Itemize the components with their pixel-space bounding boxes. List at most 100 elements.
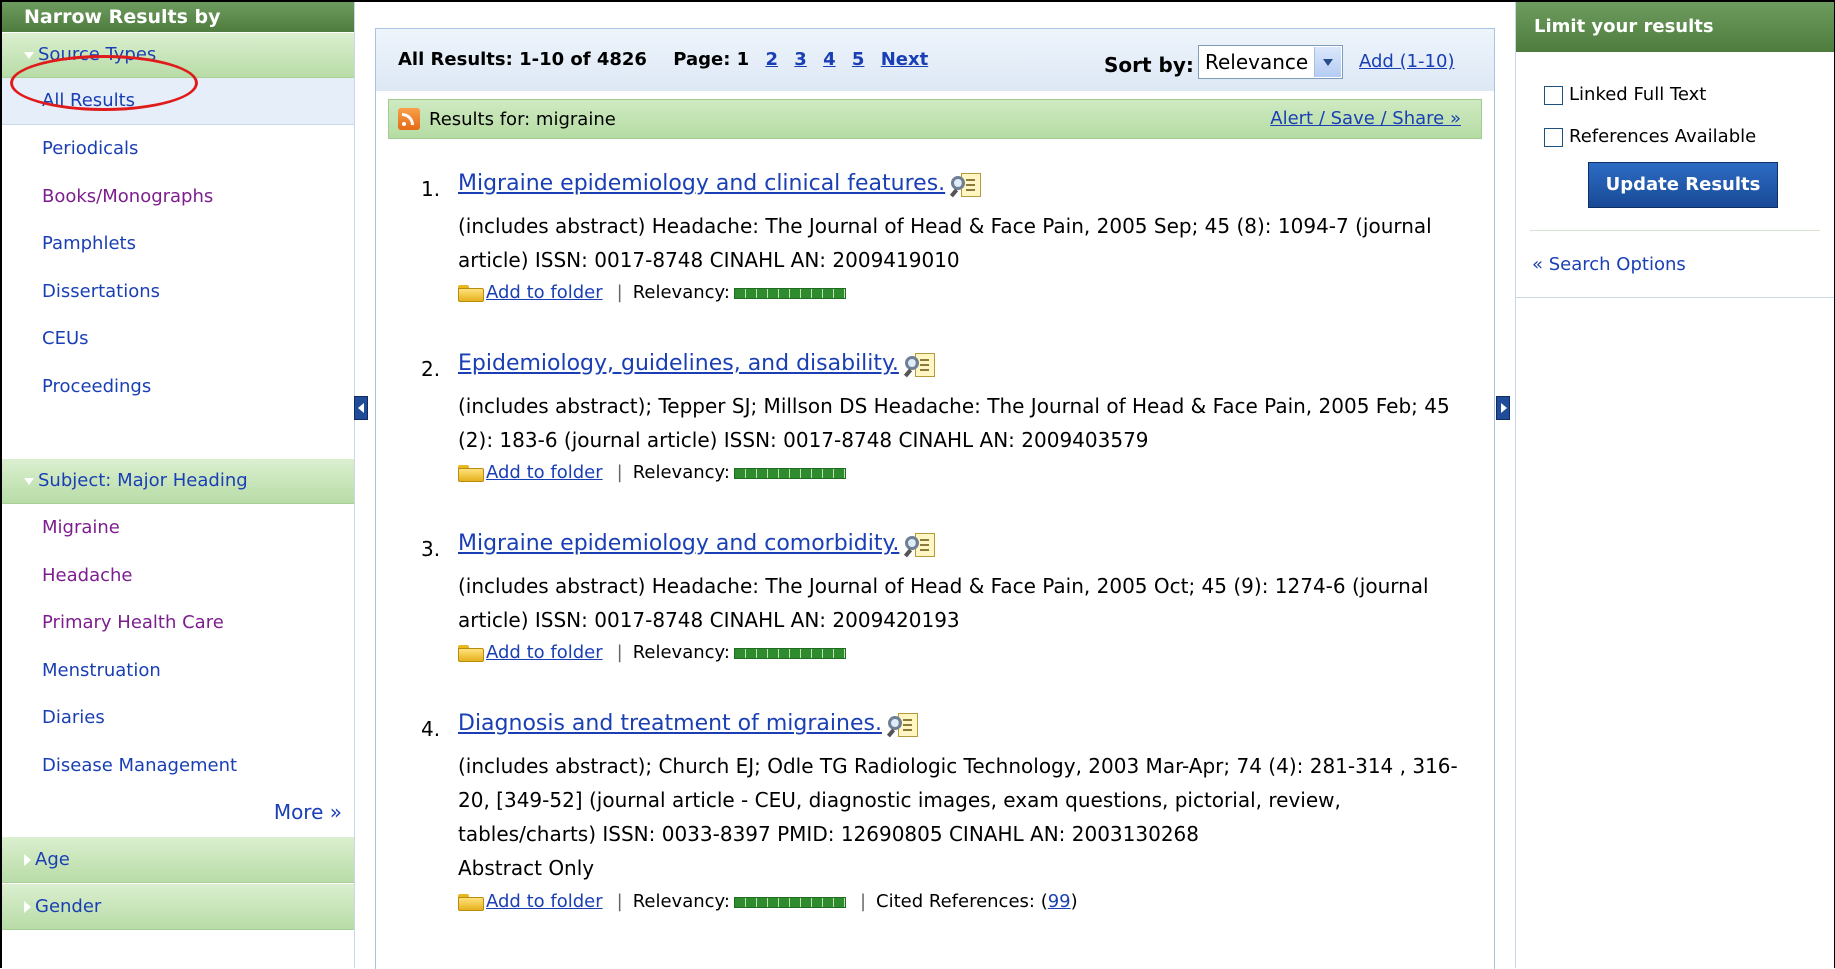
limit-results-panel: Limit your results Linked Full Text Refe…	[1515, 2, 1834, 968]
expand-right-panel-handle[interactable]	[1496, 396, 1510, 420]
folder-icon[interactable]	[458, 893, 484, 911]
result-title-link[interactable]: Epidemiology, guidelines, and disability…	[458, 351, 937, 378]
chevron-right-icon	[24, 854, 31, 866]
results-list-panel: All Results: 1-10 of 4826 Page: 1 2 3 4 …	[375, 28, 1495, 969]
relevancy-label: Relevancy:	[632, 462, 730, 483]
subject-migraine[interactable]: Migraine	[2, 504, 354, 552]
next-page-link[interactable]: Next	[881, 49, 929, 70]
preview-magnify-icon[interactable]	[886, 711, 920, 738]
collapse-left-panel-handle[interactable]	[354, 396, 368, 420]
cited-references-count-link[interactable]: 99	[1048, 891, 1071, 912]
expand-right-icon	[1501, 403, 1507, 413]
folder-icon[interactable]	[458, 644, 484, 662]
result-title-text[interactable]: Diagnosis and treatment of migraines.	[458, 711, 882, 736]
references-available-option[interactable]: References Available	[1544, 126, 1756, 147]
result-description: (includes abstract) Headache: The Journa…	[458, 574, 1429, 632]
relevancy-label: Relevancy:	[632, 282, 730, 303]
divider	[1530, 230, 1820, 231]
rss-icon[interactable]	[398, 108, 420, 130]
facet-subject-major-heading[interactable]: Subject: Major Heading	[2, 458, 354, 504]
subject-more-link[interactable]: More »	[2, 789, 354, 836]
page-indicator: Page: 1	[673, 49, 750, 70]
alert-save-share-link[interactable]: Alert / Save / Share »	[1270, 108, 1461, 129]
sort-by-value: Relevance	[1205, 50, 1309, 74]
subject-menstruation[interactable]: Menstruation	[2, 647, 354, 695]
limit-results-header: Limit your results	[1516, 2, 1834, 52]
result-description: (includes abstract) Headache: The Journa…	[458, 214, 1432, 272]
narrow-results-panel: Narrow Results by Source Types All Resul…	[2, 2, 355, 968]
page-link-3[interactable]: 3	[794, 49, 807, 70]
add-results-link[interactable]: Add (1-10)	[1359, 51, 1454, 72]
relevancy-bar	[733, 896, 846, 908]
result-title-text[interactable]: Epidemiology, guidelines, and disability…	[458, 351, 899, 376]
relevancy-bar	[733, 287, 846, 299]
search-options-link[interactable]: « Search Options	[1532, 254, 1686, 275]
page-link-4[interactable]: 4	[823, 49, 836, 70]
source-type-ceus[interactable]: CEUs	[2, 315, 354, 363]
relevancy-bar	[733, 647, 846, 659]
source-type-dissertations[interactable]: Dissertations	[2, 268, 354, 316]
collapse-left-icon	[358, 403, 364, 413]
source-types-highlight-circle	[10, 55, 198, 111]
relevancy-bar	[733, 467, 846, 479]
result-title-text[interactable]: Migraine epidemiology and clinical featu…	[458, 171, 945, 196]
narrow-results-header: Narrow Results by	[2, 2, 354, 32]
facet-spacer	[2, 410, 354, 458]
chevron-right-icon	[24, 901, 31, 913]
facet-age-label[interactable]: Age	[35, 849, 70, 870]
linked-full-text-checkbox[interactable]	[1544, 85, 1563, 105]
abstract-only-label: Abstract Only	[458, 856, 595, 880]
result-description: (includes abstract); Tepper SJ; Millson …	[458, 394, 1450, 452]
result-actions: Add to folder | Relevancy: | Cited Reference…	[458, 891, 1078, 912]
results-toolbar: All Results: 1-10 of 4826 Page: 1 2 3 4 …	[376, 29, 1494, 91]
preview-magnify-icon[interactable]	[950, 171, 983, 198]
sort-by-label: Sort by:	[1104, 53, 1194, 77]
result-number: 4.	[421, 717, 441, 741]
chevron-down-icon	[24, 477, 34, 485]
add-to-folder-link[interactable]: Add to folder	[486, 282, 603, 303]
relevancy-label: Relevancy:	[632, 642, 730, 663]
references-available-label[interactable]: References Available	[1569, 126, 1756, 147]
update-results-button[interactable]: Update Results	[1588, 162, 1778, 208]
folder-icon[interactable]	[458, 464, 484, 482]
preview-magnify-icon[interactable]	[904, 531, 937, 558]
add-to-folder-link[interactable]: Add to folder	[486, 891, 603, 912]
folder-icon[interactable]	[458, 284, 484, 302]
linked-full-text-option[interactable]: Linked Full Text	[1544, 84, 1706, 105]
linked-full-text-label[interactable]: Linked Full Text	[1569, 84, 1706, 105]
subject-diaries[interactable]: Diaries	[2, 694, 354, 742]
page-link-5[interactable]: 5	[852, 49, 865, 70]
result-title-link[interactable]: Migraine epidemiology and comorbidity.	[458, 531, 937, 558]
result-actions: Add to folder | Relevancy:	[458, 642, 846, 663]
source-type-books-monographs[interactable]: Books/Monographs	[2, 173, 354, 221]
add-to-folder-link[interactable]: Add to folder	[486, 642, 603, 663]
source-type-periodicals[interactable]: Periodicals	[2, 125, 354, 173]
divider	[1516, 297, 1834, 298]
result-title-text[interactable]: Migraine epidemiology and comorbidity.	[458, 531, 899, 556]
chevron-down-icon	[24, 51, 34, 59]
result-actions: Add to folder | Relevancy:	[458, 462, 846, 483]
source-type-pamphlets[interactable]: Pamphlets	[2, 220, 354, 268]
result-title-link[interactable]: Migraine epidemiology and clinical featu…	[458, 171, 983, 198]
facet-age[interactable]: Age	[2, 836, 354, 883]
facet-gender[interactable]: Gender	[2, 883, 354, 930]
subject-primary-health-care[interactable]: Primary Health Care	[2, 599, 354, 647]
result-number: 1.	[421, 177, 441, 201]
dropdown-arrow-icon[interactable]	[1314, 47, 1341, 77]
result-actions: Add to folder | Relevancy:	[458, 282, 846, 303]
subject-headache[interactable]: Headache	[2, 552, 354, 600]
results-count: All Results: 1-10 of 4826	[398, 49, 647, 70]
facet-subject-label[interactable]: Subject: Major Heading	[38, 470, 248, 491]
subject-disease-management[interactable]: Disease Management	[2, 742, 354, 790]
add-to-folder-link[interactable]: Add to folder	[486, 462, 603, 483]
references-available-checkbox[interactable]	[1544, 127, 1563, 147]
sort-by-select[interactable]: Relevance	[1198, 45, 1343, 79]
relevancy-label: Relevancy:	[632, 891, 730, 912]
page-link-2[interactable]: 2	[765, 49, 778, 70]
result-description: (includes abstract); Church EJ; Odle TG …	[458, 754, 1458, 846]
source-type-proceedings[interactable]: Proceedings	[2, 363, 354, 411]
results-for-text: Results for: migraine	[429, 109, 616, 130]
result-title-link[interactable]: Diagnosis and treatment of migraines.	[458, 711, 920, 738]
facet-gender-label[interactable]: Gender	[35, 896, 101, 917]
preview-magnify-icon[interactable]	[903, 351, 937, 378]
